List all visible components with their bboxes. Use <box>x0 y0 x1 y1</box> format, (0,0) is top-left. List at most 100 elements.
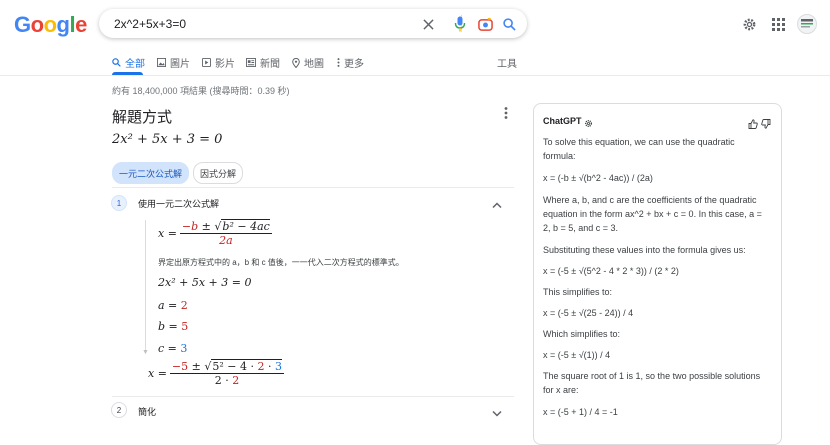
google-logo[interactable]: Google <box>14 12 87 38</box>
chatgpt-paragraph: x = (-5 ± √(5^2 - 4 * 2 * 3)) / (2 * 2) <box>543 266 679 276</box>
tab-images[interactable]: 圖片 <box>157 55 190 70</box>
account-avatar[interactable] <box>797 14 817 34</box>
step-connector <box>145 220 146 350</box>
formula-denominator: 2a <box>219 234 233 247</box>
chatgpt-paragraph: This simplifies to: <box>543 287 613 297</box>
formula-lhs: x = <box>158 227 177 240</box>
more-vert-icon <box>337 58 340 67</box>
tab-label: 圖片 <box>170 59 190 70</box>
chatgpt-paragraph: Substituting these values into the formu… <box>543 245 746 255</box>
substituted-numerator: −5 ± √5² − 4 · 2 · 3 <box>169 359 284 374</box>
chip-label: 因式分解 <box>199 168 236 179</box>
logo-letter: o <box>30 12 44 37</box>
logo-letter: e <box>75 12 87 37</box>
chatgpt-paragraph: To solve this equation, we can use the q… <box>543 137 735 161</box>
quadratic-formula: x = −b ± √b² − 4ac 2a <box>158 219 272 247</box>
step-number: 1 <box>111 195 127 211</box>
chatgpt-title: ChatGPT <box>543 116 582 126</box>
divider <box>112 396 514 397</box>
substituted-denominator: 2 · 2 <box>213 374 242 387</box>
chatgpt-paragraph: x = (-5 + 1) / 4 = -1 <box>543 407 618 417</box>
tab-label: 地圖 <box>304 59 324 70</box>
chatgpt-paragraph: x = (-b ± √(b^2 - 4ac)) / (2a) <box>543 173 653 183</box>
camera-lens-icon[interactable] <box>476 15 494 33</box>
tabs-divider <box>0 75 830 76</box>
video-icon <box>202 58 211 67</box>
coef-value: 5 <box>181 320 189 333</box>
substituted-formula: x = −5 ± √5² − 4 · 2 · 3 2 · 2 <box>148 359 284 387</box>
more-options-icon[interactable] <box>504 106 514 120</box>
sub-neg-b: −5 <box>171 360 189 373</box>
search-input[interactable]: 2x^2+5x+3=0 <box>114 17 186 31</box>
chevron-down-icon[interactable] <box>492 405 502 423</box>
sub-radicand: 5² − 4 · 2 · 3 <box>211 359 282 373</box>
chip-quadratic-formula[interactable]: 一元二次公式解 <box>112 162 189 184</box>
chip-label: 一元二次公式解 <box>118 168 182 179</box>
denominator-part: 2 · <box>214 374 233 387</box>
chatgpt-paragraph: x = (-5 ± √(1)) / 4 <box>543 350 611 360</box>
map-pin-icon <box>292 57 300 68</box>
substituted-fraction: −5 ± √5² − 4 · 2 · 3 2 · 2 <box>169 359 284 387</box>
coefficient-b: b = 5 <box>158 320 188 333</box>
coefficient-c: c = 3 <box>158 342 187 355</box>
tab-label: 更多 <box>344 59 364 70</box>
radicand-part: · <box>264 360 275 373</box>
tab-label: 新聞 <box>260 59 280 70</box>
formula-numerator: −b ± √b² − 4ac <box>179 219 272 234</box>
settings-gear-icon[interactable] <box>584 115 593 133</box>
equation: 2x² + 5x + 3 = 0 <box>112 132 223 147</box>
tab-news[interactable]: 新聞 <box>246 55 280 70</box>
denominator-a: 2 <box>232 374 240 387</box>
divider <box>112 187 514 188</box>
formula-radicand: b² − 4ac <box>221 219 270 233</box>
formula-plus-minus: ± <box>198 220 215 233</box>
formula-neg-b: −b <box>181 220 199 233</box>
tab-maps[interactable]: 地圖 <box>292 55 324 70</box>
logo-letter: G <box>14 12 31 37</box>
logo-letter: o <box>43 12 57 37</box>
tab-videos[interactable]: 影片 <box>202 55 235 70</box>
search-box[interactable]: 2x^2+5x+3=0 <box>99 9 527 38</box>
formula-fraction: −b ± √b² − 4ac 2a <box>179 219 272 247</box>
chatgpt-paragraph: The square root of 1 is 1, so the two po… <box>543 371 761 395</box>
solver-title: 解題方式 <box>112 109 173 126</box>
coef-label: a = <box>158 299 178 312</box>
logo-letter: g <box>56 12 70 37</box>
chevron-up-icon[interactable] <box>492 196 502 214</box>
coef-value: 3 <box>180 342 188 355</box>
thumbs-down-icon[interactable] <box>761 116 771 134</box>
step-equation: 2x² + 5x + 3 = 0 <box>158 276 252 289</box>
step-label[interactable]: 簡化 <box>138 405 156 418</box>
result-stats: 約有 18,400,000 項結果 (搜尋時間：0.39 秒) <box>112 86 290 96</box>
thumbs-up-icon[interactable] <box>748 116 758 134</box>
clear-icon[interactable] <box>419 15 437 33</box>
settings-gear-icon[interactable] <box>740 15 758 33</box>
search-icon[interactable] <box>500 15 518 33</box>
chatgpt-paragraph: x = (-5 ± √(25 - 24)) / 4 <box>543 308 634 318</box>
coef-label: b = <box>158 320 178 333</box>
apps-grid-icon[interactable] <box>769 15 787 33</box>
search-icon <box>112 58 121 67</box>
chip-factoring[interactable]: 因式分解 <box>193 162 243 184</box>
tab-all[interactable]: 全部 <box>112 55 145 70</box>
tab-more[interactable]: 更多 <box>337 55 364 70</box>
step-number: 2 <box>111 402 127 418</box>
radicand-part: 5² − 4 · <box>212 360 258 373</box>
tab-label: 影片 <box>215 59 235 70</box>
tab-label: 全部 <box>125 59 145 70</box>
microphone-icon[interactable] <box>451 15 469 33</box>
formula-lhs: x = <box>148 367 167 380</box>
tools-label: 工具 <box>497 59 517 70</box>
image-icon <box>157 58 166 67</box>
chatgpt-paragraph: Where a, b, and c are the coefficients o… <box>543 195 762 233</box>
arrow-down-icon: ▼ <box>142 349 149 356</box>
coefficient-a: a = 2 <box>158 299 188 312</box>
coef-label: c = <box>158 342 177 355</box>
tools-button[interactable]: 工具 <box>497 55 517 70</box>
step-description: 界定出原方程式中的 a，b 和 c 值後，一一代入二次方程式的標準式。 <box>158 258 404 267</box>
chatgpt-paragraph: Which simplifies to: <box>543 329 621 339</box>
news-icon <box>246 58 256 67</box>
step-label[interactable]: 使用一元二次公式解 <box>138 197 219 210</box>
radicand-c: 3 <box>274 360 282 373</box>
sub-plus-minus: ± <box>188 360 205 373</box>
